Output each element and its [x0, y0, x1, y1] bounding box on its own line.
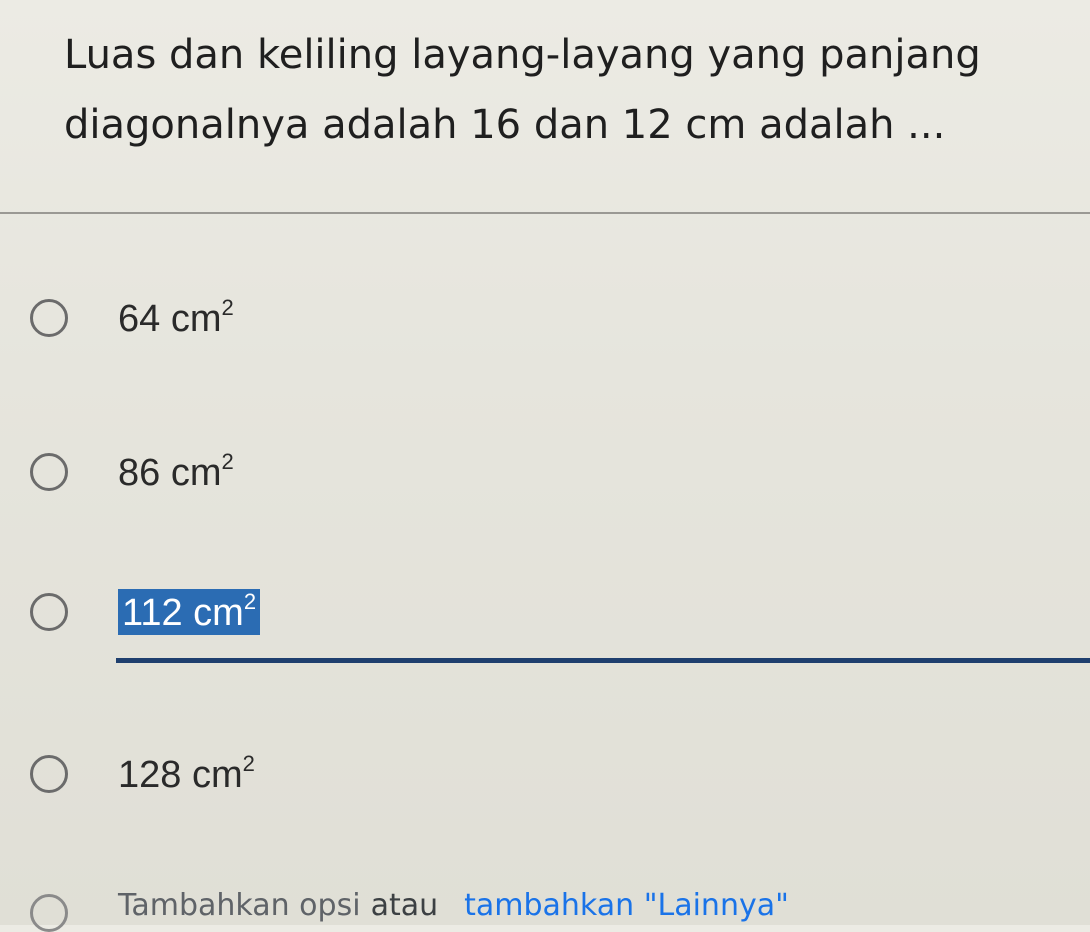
radio-circle-icon[interactable] — [30, 593, 68, 631]
radio-circle-icon — [30, 894, 68, 932]
add-option-link[interactable]: Tambahkan opsi — [118, 888, 361, 923]
question-line-1: Luas dan keliling layang-layang yang pan… — [64, 32, 981, 78]
question-divider — [0, 212, 1090, 214]
question-text[interactable]: Luas dan keliling layang-layang yang pan… — [64, 20, 1074, 160]
option-label[interactable]: 86 cm2 — [118, 449, 234, 495]
question-line-2: diagonalnya adalah 16 dan 12 cm adalah .… — [64, 102, 946, 148]
option-64[interactable]: 64 cm2 — [30, 278, 1030, 358]
radio-circle-icon[interactable] — [30, 299, 68, 337]
option-label[interactable]: 128 cm2 — [118, 751, 255, 797]
add-option-row: Tambahkan opsi atau tambahkan "Lainnya" — [30, 888, 789, 932]
add-other-link[interactable]: tambahkan "Lainnya" — [464, 888, 789, 923]
option-edit-underline — [116, 658, 1090, 663]
radio-circle-icon[interactable] — [30, 453, 68, 491]
add-option-or-text: atau — [370, 888, 439, 923]
option-128[interactable]: 128 cm2 — [30, 734, 1030, 814]
option-label-editing[interactable]: 112 cm2 — [118, 589, 261, 635]
option-label[interactable]: 64 cm2 — [118, 295, 234, 341]
radio-circle-icon[interactable] — [30, 755, 68, 793]
option-112[interactable]: 112 cm2 — [30, 572, 1030, 652]
option-86[interactable]: 86 cm2 — [30, 432, 1030, 512]
